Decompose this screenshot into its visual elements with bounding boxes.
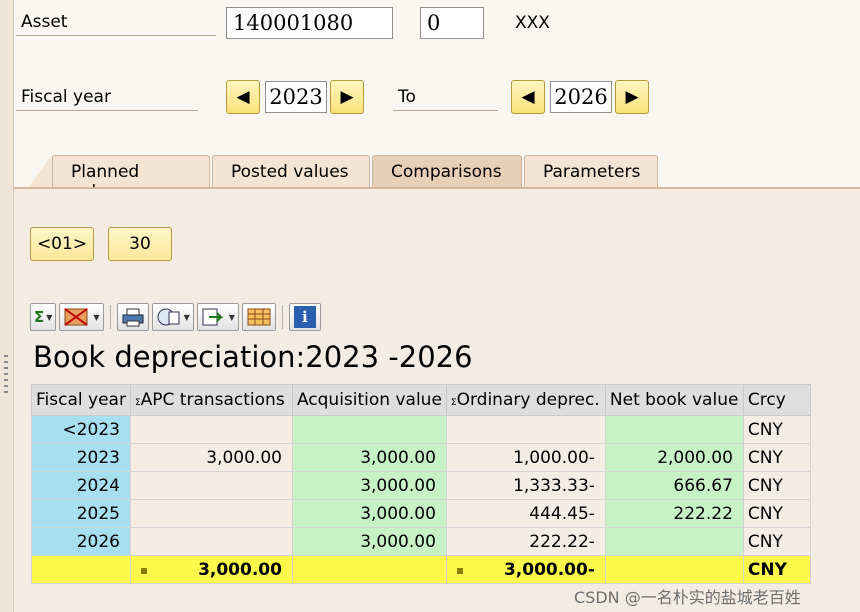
cell-apc[interactable] (129, 527, 293, 556)
col-fiscal-year[interactable]: Fiscal year (31, 384, 131, 416)
sub-number-input[interactable]: 0 (420, 7, 484, 39)
toolbar-separator (281, 305, 283, 329)
area-value-button[interactable]: 30 (108, 227, 172, 261)
cell-nbv[interactable] (604, 415, 744, 444)
toolbar-separator (109, 305, 111, 329)
layout-button[interactable] (241, 303, 276, 331)
table-row[interactable]: <2023 CNY (31, 415, 811, 444)
print-button[interactable] (116, 303, 149, 331)
next-to-year-button[interactable]: ▶ (615, 80, 649, 114)
tab-parameters[interactable]: Parameters (524, 155, 658, 188)
from-year-input[interactable]: 2023 (265, 81, 327, 113)
views-button[interactable]: ▼ (151, 303, 194, 331)
cell-total-year (31, 555, 131, 584)
cell-acq[interactable]: 3,000.00 (291, 499, 447, 528)
triangle-right-icon: ▶ (625, 87, 639, 107)
cell-acq[interactable]: 3,000.00 (291, 443, 447, 472)
cell-year[interactable]: 2025 (31, 499, 131, 528)
cell-ord[interactable]: 1,000.00- (445, 443, 606, 472)
cell-ord[interactable]: 444.45- (445, 499, 606, 528)
cell-apc[interactable] (129, 499, 293, 528)
subtotal-button[interactable]: ▼ (59, 303, 104, 331)
triangle-left-icon: ◀ (521, 87, 535, 107)
cell-apc[interactable] (129, 471, 293, 500)
table-row[interactable]: 2024 3,000.00 1,333.33- 666.67 CNY (31, 471, 811, 500)
total-row[interactable]: 3,000.00 3,000.00- CNY (31, 555, 811, 584)
cell-total-crcy: CNY (742, 555, 811, 584)
tab-planned-values[interactable]: Planned values (52, 155, 210, 202)
table-row[interactable]: 2026 3,000.00 222.22- CNY (31, 527, 811, 556)
watermark: CSDN @一名朴实的盐城老百姓 (574, 588, 801, 607)
to-label: To (393, 87, 498, 111)
cell-year[interactable]: 2024 (31, 471, 131, 500)
cell-total-ord[interactable]: 3,000.00- (445, 555, 606, 584)
cell-year[interactable]: 2026 (31, 527, 131, 556)
cell-acq[interactable]: 3,000.00 (291, 471, 447, 500)
sum-button[interactable]: Σ ▼ (30, 303, 57, 331)
subtotal-icon (64, 308, 88, 326)
report-title: Book depreciation:2023 -2026 (33, 340, 473, 374)
alv-toolbar: Σ ▼ ▼ ▼ ▼ i (30, 300, 860, 334)
asset-number-input[interactable]: 140001080 (226, 7, 393, 39)
cell-total-nbv (604, 555, 744, 584)
views-icon (157, 308, 180, 326)
tab-posted-values[interactable]: Posted values (212, 155, 370, 188)
to-year-input[interactable]: 2026 (550, 81, 612, 113)
col-currency[interactable]: Crcy (742, 384, 811, 416)
asset-label: Asset (16, 12, 216, 36)
info-icon: i (293, 306, 316, 328)
cell-acq[interactable] (291, 415, 447, 444)
col-apc-transactions[interactable]: ΣAPC transactions (129, 384, 293, 416)
triangle-left-icon: ◀ (236, 87, 250, 107)
cell-year[interactable]: 2023 (31, 443, 131, 472)
asset-description: XXX (515, 13, 550, 33)
col-acquisition-value[interactable]: Acquisition value (291, 384, 447, 416)
cell-nbv[interactable] (604, 527, 744, 556)
cell-apc[interactable]: 3,000.00 (129, 443, 293, 472)
export-icon (202, 308, 224, 326)
col-ordinary-deprec[interactable]: ΣOrdinary deprec. (445, 384, 606, 416)
sum-icon: Σ (34, 308, 45, 326)
printer-icon (122, 308, 144, 327)
cell-crcy[interactable]: CNY (742, 443, 811, 472)
cell-crcy[interactable]: CNY (742, 471, 811, 500)
left-rail (0, 0, 14, 612)
col-net-book-value[interactable]: Net book value (604, 384, 744, 416)
cell-nbv[interactable]: 2,000.00 (604, 443, 744, 472)
total-marker-icon (140, 567, 147, 574)
next-year-button[interactable]: ▶ (330, 80, 364, 114)
table-row[interactable]: 2025 3,000.00 444.45- 222.22 CNY (31, 499, 811, 528)
depreciation-table: Fiscal year ΣAPC transactions Acquisitio… (31, 384, 811, 584)
cell-ord[interactable]: 1,333.33- (445, 471, 606, 500)
table-row[interactable]: 2023 3,000.00 3,000.00 1,000.00- 2,000.0… (31, 443, 811, 472)
cell-crcy[interactable]: CNY (742, 499, 811, 528)
cell-crcy[interactable]: CNY (742, 527, 811, 556)
cell-year[interactable]: <2023 (31, 415, 131, 444)
splitter-grip[interactable] (4, 355, 8, 395)
cell-total-acq (291, 555, 447, 584)
cell-acq[interactable]: 3,000.00 (291, 527, 447, 556)
export-button[interactable]: ▼ (196, 303, 239, 331)
triangle-right-icon: ▶ (340, 87, 354, 107)
total-marker-icon (456, 567, 463, 574)
prev-to-year-button[interactable]: ◀ (511, 80, 545, 114)
table-header-row: Fiscal year ΣAPC transactions Acquisitio… (31, 384, 811, 416)
cell-ord[interactable] (445, 415, 606, 444)
cell-apc[interactable] (129, 415, 293, 444)
area-prev-button[interactable]: <01> (30, 227, 94, 261)
cell-crcy[interactable]: CNY (742, 415, 811, 444)
cell-ord[interactable]: 222.22- (445, 527, 606, 556)
fiscal-year-label: Fiscal year (16, 87, 198, 111)
cell-nbv[interactable]: 222.22 (604, 499, 744, 528)
prev-year-button[interactable]: ◀ (226, 80, 260, 114)
cell-total-apc[interactable]: 3,000.00 (129, 555, 293, 584)
tab-comparisons[interactable]: Comparisons (372, 155, 522, 188)
cell-nbv[interactable]: 666.67 (604, 471, 744, 500)
grid-layout-icon (247, 308, 271, 326)
tab-strip-corner (28, 155, 52, 188)
info-button[interactable]: i (288, 303, 321, 331)
